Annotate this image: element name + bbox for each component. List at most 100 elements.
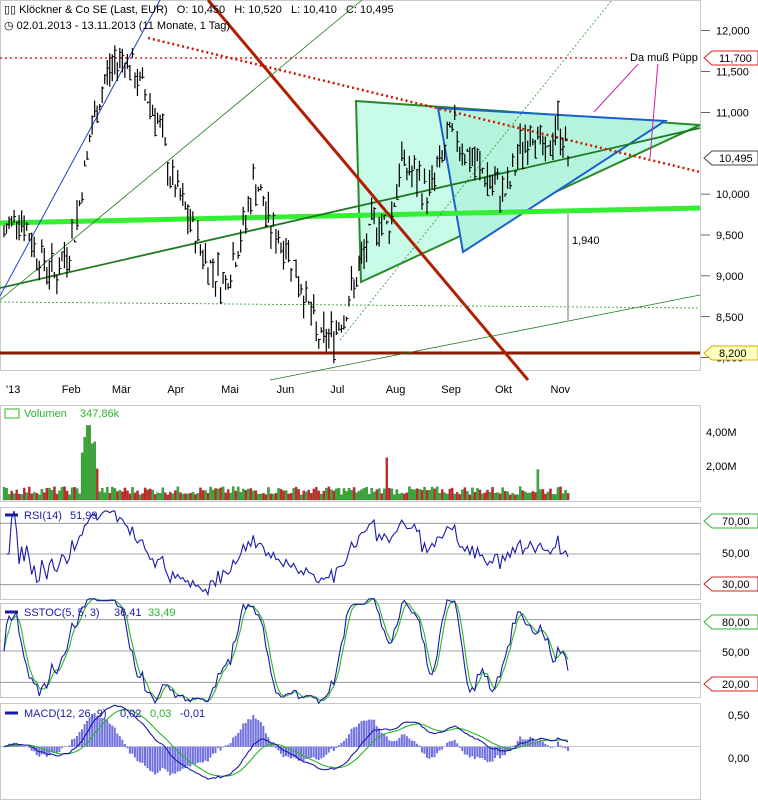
macd-hist-bar [189, 746, 192, 767]
volume-bar [310, 493, 313, 501]
volume-bar [257, 494, 260, 501]
volume-bar [511, 493, 514, 501]
volume-bar [521, 490, 525, 501]
macd-hist-bar [388, 740, 391, 747]
macd-hist-bar [438, 746, 441, 751]
volume-bar [181, 493, 185, 501]
volume-bar [546, 491, 550, 501]
volume-bar [536, 469, 540, 501]
volume-bar [506, 491, 509, 501]
volume-bar [161, 487, 164, 501]
macd-hist-bar [403, 734, 406, 747]
volume-bar [350, 490, 353, 501]
macd-hist-bar [526, 739, 529, 747]
volume-bar [35, 493, 39, 501]
macd-hist-bar [483, 746, 486, 760]
volume-bar [85, 425, 89, 501]
rsi-level-50-text: 50,00 [722, 548, 750, 560]
volume-bar [564, 489, 567, 501]
volume-bar [211, 489, 215, 501]
volume-bar [272, 493, 275, 501]
stoch-panel-frame [0, 603, 701, 698]
macd-hist-bar [466, 746, 469, 755]
volume-bar [400, 492, 404, 501]
volume-bar [451, 487, 454, 501]
volume-bar [385, 457, 389, 501]
date-range: 02.01.2013 - 13.11.2013 (11 Monate, 1 Ta… [16, 20, 231, 32]
instrument-title: Klöckner & Co SE (Last, EUR) [19, 4, 168, 16]
close-value: C: 10,495 [345, 4, 394, 16]
volume-bar [254, 490, 258, 501]
macd-hist-bar [204, 746, 207, 761]
macd-hist-bar [128, 746, 131, 754]
macd-hist-bar [350, 728, 353, 747]
macd-hist-bar [395, 740, 398, 747]
volume-bar [327, 486, 331, 501]
stock-chart[interactable]: '13 Feb Mär Apr Mai Jun Jul Aug Sep Okt Nov 12,000… [0, 0, 758, 801]
volume-bar [355, 492, 358, 501]
volume-bar [88, 425, 91, 501]
macd-hist-bar [121, 739, 124, 747]
volume-bar [28, 486, 31, 501]
macd-hist-bar [446, 742, 449, 747]
macd-hist-bar [106, 720, 109, 747]
volume-bar [40, 489, 44, 501]
volume-bar [153, 494, 157, 501]
macd-hist-bar [405, 736, 408, 747]
volume-bar [299, 494, 303, 501]
volume-bar [498, 493, 502, 501]
volume-bar [131, 487, 134, 501]
volume-bar [304, 491, 308, 501]
volume-bar [430, 486, 434, 501]
volume-bar [138, 494, 142, 501]
macd-hist-bar [108, 723, 111, 747]
macd-hist-bar [164, 746, 167, 770]
volume-bar [395, 489, 399, 501]
volume-bar [12, 493, 16, 501]
volume-bar [325, 488, 328, 501]
volume-bar [372, 491, 376, 501]
macd-hist-bar [146, 746, 149, 769]
volume-bar [143, 487, 147, 501]
macd-hist-bar [73, 738, 76, 747]
volume-bar [418, 489, 421, 501]
rsi-level-30: 30,00 [703, 576, 758, 592]
volume-bar [312, 488, 316, 501]
macd-hist-bar [219, 746, 222, 751]
volume-bar [561, 493, 565, 501]
volume-bar [186, 493, 190, 501]
volume-bar [471, 487, 474, 501]
volume-bar [317, 490, 321, 501]
volume-bar [55, 493, 59, 501]
macd-hist-bar [478, 746, 481, 758]
volume-bar [277, 488, 280, 501]
macd-hist-bar [201, 746, 204, 763]
macd-hist-bar [259, 722, 262, 747]
macd-hist-bar [133, 746, 136, 758]
macd-hist-bar [239, 729, 242, 747]
volume-bar [65, 490, 69, 501]
volume-bar [60, 487, 64, 501]
macd-hist-bar [428, 746, 431, 759]
macd-hist-bar [136, 746, 139, 762]
macd-hist-bar [126, 746, 129, 749]
low-value: L: 10,410 [290, 4, 337, 16]
volume-bar [279, 489, 283, 501]
macd-hist-bar [116, 733, 119, 747]
x-tick-label: Aug [386, 384, 406, 396]
volume-bar [375, 489, 378, 501]
volume-bar [38, 494, 41, 501]
macd-signal: 0,03 [150, 708, 171, 720]
volume-bar [231, 486, 235, 501]
volume-bar [322, 490, 326, 501]
macd-hist-bar [252, 714, 255, 747]
macd-hist-bar [138, 746, 141, 763]
volume-bar [544, 493, 547, 501]
volume-bar [294, 486, 298, 501]
macd-hist-bar [337, 745, 340, 747]
volume-bar [315, 486, 318, 501]
volume-bar [98, 491, 102, 501]
volume-bar [103, 492, 107, 501]
volume-icon [4, 408, 20, 419]
volume-bar [242, 488, 245, 501]
